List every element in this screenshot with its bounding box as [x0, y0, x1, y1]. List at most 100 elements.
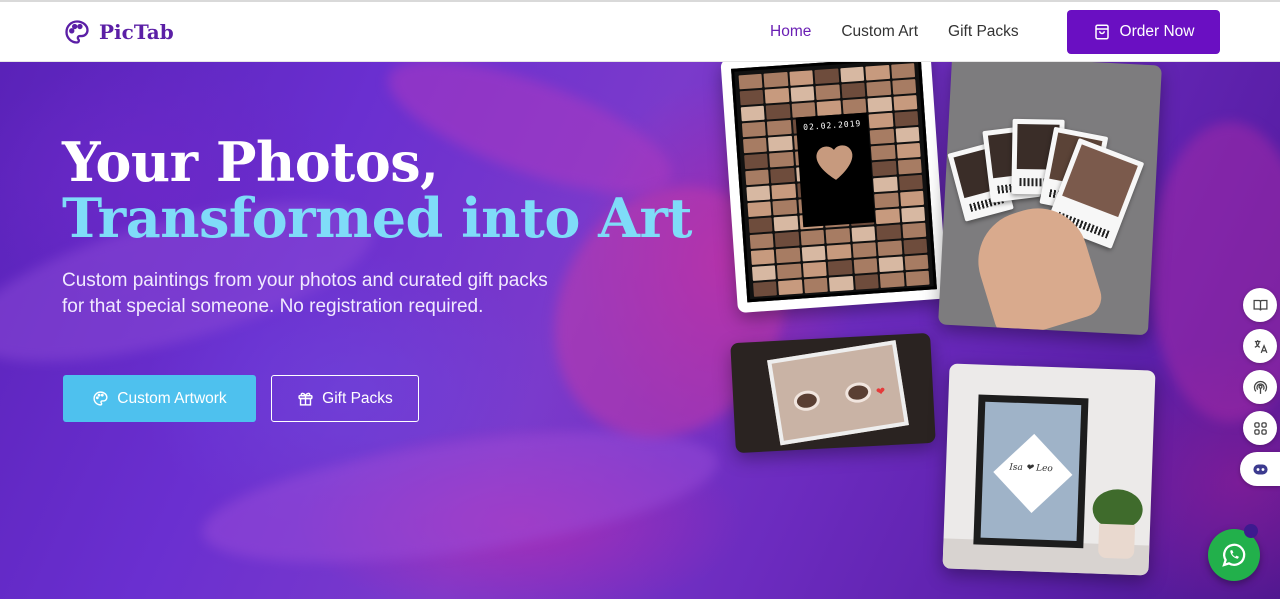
- collage-thumbnail: [890, 63, 916, 79]
- collage-thumbnail: [777, 263, 802, 280]
- collage-thumbnail: [743, 137, 768, 154]
- top-navbar: PicTab Home Custom Art Gift Packs Order …: [0, 0, 1280, 62]
- collage-thumbnail: [874, 192, 899, 209]
- collage-thumbnail: [896, 142, 921, 159]
- collage-thumbnail: [878, 256, 904, 273]
- heart-icon: ❤: [875, 384, 887, 399]
- collage-thumbnail: [775, 231, 800, 248]
- main-nav: Home Custom Art Gift Packs: [770, 23, 1019, 41]
- framed-photo-card: Isa ❤ Leo: [942, 363, 1156, 576]
- collage-thumbnail: [895, 126, 920, 143]
- collage-thumbnail: [903, 238, 928, 255]
- collage-thumbnail: [900, 206, 926, 223]
- collage-thumbnail: [772, 199, 798, 216]
- collage-thumbnail: [828, 259, 853, 276]
- collage-thumbnail: [825, 228, 851, 244]
- collage-thumbnail: [770, 167, 795, 184]
- eye-shape: [792, 388, 822, 413]
- collage-thumbnail: [773, 215, 799, 232]
- collage-thumbnail: [872, 160, 897, 177]
- collage-thumbnail: [868, 112, 894, 129]
- collage-thumbnail: [745, 169, 770, 186]
- gift-icon: [298, 392, 313, 406]
- collage-thumbnail: [763, 71, 789, 88]
- nav-link-home[interactable]: Home: [770, 23, 811, 41]
- collage-thumbnail: [767, 119, 792, 136]
- palette-icon: [93, 391, 108, 406]
- gift-packs-button[interactable]: Gift Packs: [271, 375, 419, 422]
- collage-thumbnail: [879, 272, 905, 288]
- collage-thumbnail: [901, 222, 927, 239]
- palette-icon: [65, 20, 89, 44]
- gift-packs-label: Gift Packs: [322, 389, 393, 407]
- collage-thumbnail: [750, 249, 776, 265]
- collage-thumbnail: [865, 64, 890, 81]
- order-now-button[interactable]: Order Now: [1067, 10, 1220, 54]
- brand-logo[interactable]: PicTab: [63, 18, 174, 46]
- nav-link-gift-packs[interactable]: Gift Packs: [948, 23, 1019, 41]
- collage-thumbnail: [841, 82, 866, 99]
- collage-thumbnail: [870, 144, 896, 161]
- collage-thumbnail: [778, 279, 803, 296]
- notification-dot: [1244, 524, 1258, 538]
- book-open-icon[interactable]: [1243, 288, 1277, 322]
- collage-thumbnail: [814, 68, 839, 85]
- collage-thumbnail: [839, 66, 865, 83]
- collage-thumbnail: [905, 270, 930, 287]
- collage-thumbnail: [776, 247, 801, 264]
- collage-thumbnail: [904, 254, 929, 271]
- whatsapp-icon: [1222, 543, 1246, 567]
- collage-thumbnail: [749, 233, 775, 249]
- collage-thumbnail: [897, 158, 922, 175]
- collage-thumbnail: [744, 153, 769, 170]
- nav-link-custom-art[interactable]: Custom Art: [841, 23, 918, 41]
- collage-thumbnail: [829, 275, 854, 292]
- collage-thumbnail: [751, 265, 777, 281]
- custom-artwork-label: Custom Artwork: [117, 389, 227, 407]
- collage-thumbnail: [738, 73, 763, 90]
- collage-date: 02.02.2019: [802, 118, 862, 133]
- shopping-bag-icon: [1094, 24, 1109, 40]
- collage-thumbnail: [790, 86, 815, 102]
- collage-thumbnail: [802, 261, 828, 278]
- collage-thumbnail: [877, 240, 902, 257]
- photo-frame: Isa ❤ Leo: [973, 394, 1089, 549]
- collage-thumbnail: [765, 87, 790, 104]
- collage-thumbnail: [746, 185, 771, 202]
- collage-thumbnail: [740, 105, 766, 122]
- hero-title-line1: Your Photos,: [62, 130, 439, 194]
- collage-thumbnail: [892, 95, 918, 111]
- collage-thumbnail: [739, 89, 764, 106]
- collage-thumbnail: [741, 121, 767, 138]
- translate-icon[interactable]: [1243, 329, 1277, 363]
- collage-thumbnail: [898, 174, 923, 191]
- collage-thumbnail: [747, 201, 772, 218]
- side-toolbar: [1240, 288, 1280, 493]
- collage-thumbnail: [853, 258, 878, 274]
- collage-poster-image: 02.02.2019: [720, 62, 948, 314]
- collage-thumbnail: [769, 151, 794, 168]
- collage-heart-panel: 02.02.2019: [795, 112, 876, 228]
- collage-thumbnail: [891, 79, 917, 95]
- collage-thumbnail: [867, 96, 892, 113]
- podcast-icon[interactable]: [1243, 370, 1277, 404]
- collage-thumbnail: [803, 277, 829, 294]
- assistant-bot-icon[interactable]: [1240, 452, 1280, 486]
- collage-thumbnail: [800, 229, 825, 246]
- plant-pot: [1097, 523, 1136, 560]
- polaroids-photo: [938, 62, 1162, 336]
- eye-shape: [843, 380, 873, 405]
- collage-thumbnail: [852, 242, 877, 258]
- collage-thumbnail: [876, 224, 901, 241]
- collage-thumbnail: [875, 208, 900, 225]
- collage-thumbnail: [866, 80, 891, 97]
- custom-artwork-button[interactable]: Custom Artwork: [63, 375, 256, 422]
- apps-grid-icon[interactable]: [1243, 411, 1277, 445]
- collage-thumbnail: [815, 84, 841, 101]
- eye-photo-card: ❤: [730, 332, 936, 454]
- collage-thumbnail: [768, 135, 793, 152]
- collage-thumbnail: [851, 226, 876, 242]
- collage-thumbnail: [766, 103, 791, 120]
- hero-title: Your Photos, Transformed into Art: [62, 134, 692, 246]
- collage-thumbnail: [873, 176, 898, 193]
